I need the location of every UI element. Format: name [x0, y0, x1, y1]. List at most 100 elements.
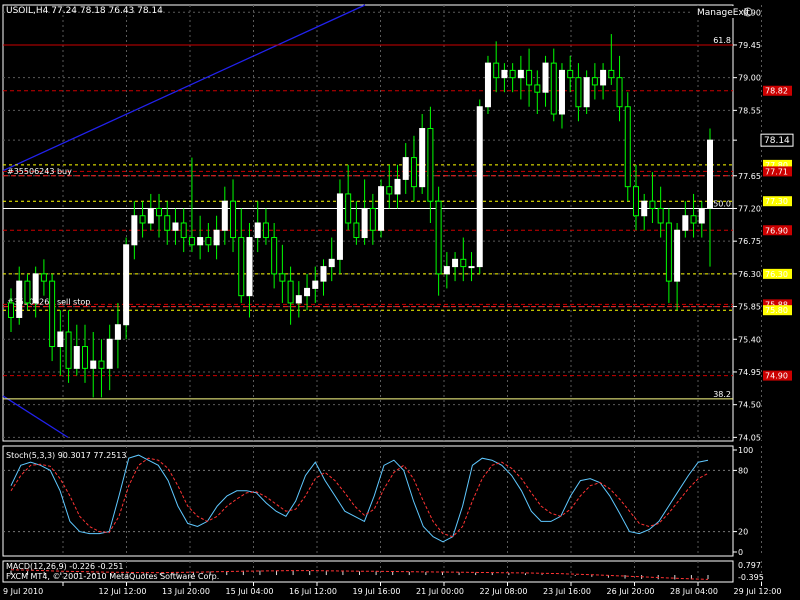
candle[interactable] [238, 208, 245, 303]
candle[interactable] [698, 201, 705, 238]
candle[interactable] [649, 172, 656, 223]
candle[interactable] [690, 193, 697, 238]
candle[interactable] [674, 223, 681, 311]
candle[interactable] [16, 266, 23, 325]
candle[interactable] [139, 201, 146, 238]
candle[interactable] [509, 63, 516, 93]
candle[interactable] [410, 135, 417, 202]
candle[interactable] [707, 128, 713, 267]
candle[interactable] [123, 237, 130, 340]
candle[interactable] [575, 63, 582, 122]
candle[interactable] [164, 201, 171, 245]
candle[interactable] [65, 310, 72, 383]
trendline-upper[interactable] [2, 4, 366, 172]
candle[interactable] [443, 252, 450, 289]
fib-level-label: 61.8 [713, 36, 731, 45]
candle[interactable] [147, 193, 154, 231]
candle[interactable] [534, 70, 541, 114]
stoch-series-main [10, 454, 709, 543]
candle[interactable] [378, 179, 385, 238]
candle-body [320, 266, 327, 282]
candle[interactable] [591, 63, 598, 100]
time-tick-label: 12 Jul 12:00 [99, 587, 147, 596]
candle[interactable] [542, 55, 549, 107]
candle[interactable] [435, 186, 442, 296]
candle[interactable] [550, 48, 557, 122]
candle[interactable] [583, 70, 590, 114]
candle[interactable] [106, 324, 113, 391]
candle[interactable] [336, 179, 343, 274]
pane-frames [2, 4, 734, 583]
candle-body [509, 69, 516, 79]
candle[interactable] [682, 201, 689, 238]
candle[interactable] [526, 48, 533, 107]
candle[interactable] [57, 310, 64, 376]
candle[interactable] [49, 273, 56, 362]
price-tag-label: 77.71 [765, 167, 788, 176]
candle[interactable] [600, 63, 607, 100]
candle[interactable] [271, 223, 278, 289]
trendline-lower[interactable] [2, 395, 69, 438]
candle[interactable] [641, 193, 648, 231]
candle[interactable] [328, 237, 335, 282]
candle[interactable] [8, 288, 14, 332]
candle[interactable] [205, 223, 212, 253]
candle-body [295, 295, 302, 304]
candle[interactable] [353, 201, 360, 245]
candle[interactable] [221, 186, 228, 245]
candle-body [147, 207, 154, 224]
candle-body [435, 200, 442, 275]
candle[interactable] [114, 302, 121, 369]
candle[interactable] [82, 324, 89, 383]
candle[interactable] [493, 41, 500, 93]
candle[interactable] [665, 208, 672, 303]
candle[interactable] [180, 208, 187, 253]
stoch-title: Stoch(5,3,3) 90.3017 77.2513 [6, 451, 126, 460]
candle[interactable] [320, 259, 327, 296]
candle[interactable] [345, 164, 352, 231]
mt4-chart-window[interactable]: 61.850.038.2#35506243 buy#35506264 sell … [0, 0, 800, 600]
candle[interactable] [90, 332, 97, 398]
candle[interactable] [427, 106, 434, 223]
manage-exit-button[interactable]: ManageExit [690, 6, 750, 18]
candle[interactable] [452, 252, 459, 282]
candle[interactable] [279, 244, 286, 303]
candle[interactable] [616, 55, 623, 122]
candle[interactable] [624, 92, 631, 202]
candle[interactable] [287, 266, 294, 325]
candle[interactable] [468, 252, 475, 282]
symbol-header: USOIL,H4 77.24 78.18 76.43 78.14 [6, 6, 163, 16]
candle[interactable] [172, 208, 179, 245]
candle[interactable] [419, 114, 426, 194]
price-tick-label: 79.45 [738, 41, 761, 50]
candle[interactable] [567, 55, 574, 93]
candle[interactable] [517, 55, 524, 100]
candle[interactable] [558, 63, 565, 129]
candle-body [468, 266, 475, 269]
candle[interactable] [131, 201, 138, 260]
candle[interactable] [246, 223, 253, 318]
price-tag-label: 74.90 [765, 372, 788, 381]
order-label: #35506243 buy [7, 167, 72, 176]
candle-body [336, 193, 343, 260]
candle[interactable] [608, 34, 615, 85]
candle-body [674, 229, 681, 282]
candle[interactable] [402, 143, 409, 194]
candle[interactable] [361, 179, 368, 245]
candle-body [287, 280, 294, 304]
candle[interactable] [501, 63, 508, 93]
candle-body [567, 69, 574, 79]
candle[interactable] [73, 324, 80, 376]
candle[interactable] [460, 237, 467, 282]
candle[interactable] [213, 215, 220, 260]
candle[interactable] [156, 193, 163, 238]
candle[interactable] [98, 339, 105, 398]
candle[interactable] [312, 266, 319, 303]
candle[interactable] [262, 208, 269, 245]
current-price-label: 78.14 [764, 136, 790, 146]
candle[interactable] [197, 215, 204, 260]
candle[interactable] [40, 259, 47, 296]
candle[interactable] [295, 281, 302, 318]
candle[interactable] [476, 99, 483, 274]
candle[interactable] [484, 55, 491, 114]
